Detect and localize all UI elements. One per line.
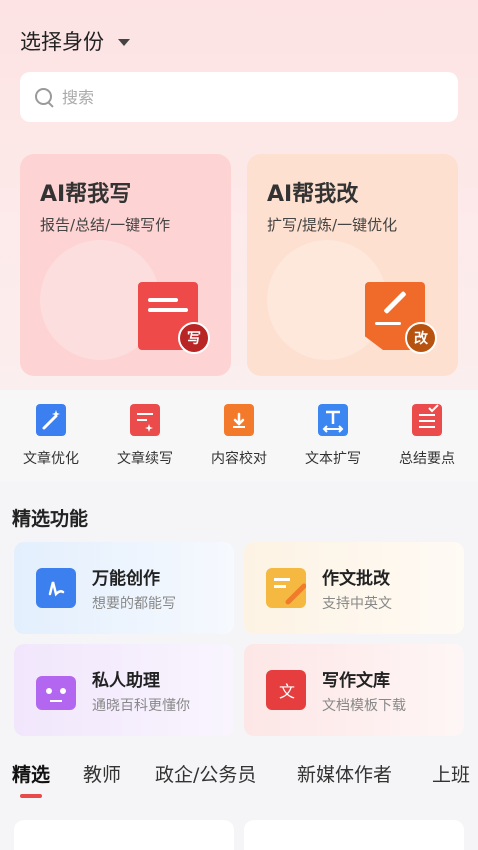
identity-label: 选择身份 [20, 30, 104, 54]
doc-continue-icon [130, 404, 160, 436]
feature-subtitle: 文档模板下载 [322, 698, 406, 714]
tool-grid: 文章优化 文章续写 内容校对 文本扩写 总结要点 [0, 390, 478, 482]
feature-subtitle: 支持中英文 [322, 596, 392, 612]
search-bar[interactable] [20, 72, 458, 122]
ai-write-subtitle: 报告/总结/一键写作 [40, 216, 171, 234]
feature-title: 作文批改 [322, 569, 390, 589]
tab-new-media[interactable]: 新媒体作者 [297, 760, 392, 787]
identity-selector[interactable]: 选择身份 [20, 26, 130, 56]
tab-gov[interactable]: 政企/公务员 [155, 760, 256, 787]
feature-writing-library[interactable]: 文 写作文库 文档模板下载 [244, 644, 464, 736]
tool-summary[interactable]: 总结要点 [382, 404, 472, 468]
library-doc-icon: 文 [266, 670, 306, 710]
pen-doc-icon [36, 568, 76, 608]
feature-personal-assistant[interactable]: 私人助理 通晓百科更懂你 [14, 644, 234, 736]
feature-subtitle: 通晓百科更懂你 [92, 698, 190, 714]
feature-essay-correct[interactable]: 作文批改 支持中英文 [244, 542, 464, 634]
tool-label: 文章优化 [23, 451, 79, 467]
edit-badge: 改 [405, 322, 437, 354]
search-input[interactable] [62, 87, 442, 107]
tool-label: 总结要点 [399, 451, 455, 467]
feature-title: 私人助理 [92, 671, 160, 691]
ai-edit-subtitle: 扩写/提炼/一键优化 [267, 216, 398, 234]
feature-universal-create[interactable]: 万能创作 想要的都能写 [14, 542, 234, 634]
tool-text-expand[interactable]: 文本扩写 [288, 404, 378, 468]
tool-label: 内容校对 [211, 451, 267, 467]
robot-icon [36, 676, 76, 710]
ai-write-title: AI帮我写 [40, 182, 132, 207]
svg-text:文: 文 [279, 682, 295, 701]
tab-teacher[interactable]: 教师 [83, 760, 121, 787]
ai-write-card[interactable]: AI帮我写 报告/总结/一键写作 写 [20, 154, 231, 376]
feature-subtitle: 想要的都能写 [92, 596, 176, 612]
essay-pencil-icon [266, 568, 307, 608]
tool-label: 文章续写 [117, 451, 173, 467]
tab-featured[interactable]: 精选 [12, 760, 50, 787]
section-title: 精选功能 [12, 508, 89, 530]
feature-title: 写作文库 [322, 671, 390, 691]
active-tab-indicator [20, 794, 42, 798]
ai-edit-title: AI帮我改 [267, 182, 359, 207]
content-card[interactable] [244, 820, 464, 850]
magic-wand-icon [36, 404, 66, 436]
chevron-down-icon [118, 38, 130, 46]
search-icon [34, 87, 54, 107]
ai-edit-card[interactable]: AI帮我改 扩写/提炼/一键优化 改 [247, 154, 458, 376]
write-badge: 写 [178, 322, 210, 354]
tool-proofread[interactable]: 内容校对 [194, 404, 284, 468]
category-tabs: 精选 教师 政企/公务员 新媒体作者 上班 [0, 758, 478, 798]
tool-article-continue[interactable]: 文章续写 [100, 404, 190, 468]
tool-article-optimize[interactable]: 文章优化 [6, 404, 96, 468]
tab-office[interactable]: 上班 [432, 760, 470, 787]
content-card[interactable] [14, 820, 234, 850]
summary-icon [412, 404, 442, 436]
feature-title: 万能创作 [92, 569, 160, 589]
text-expand-icon [318, 404, 348, 436]
proofread-icon [224, 404, 254, 436]
tool-label: 文本扩写 [305, 451, 361, 467]
